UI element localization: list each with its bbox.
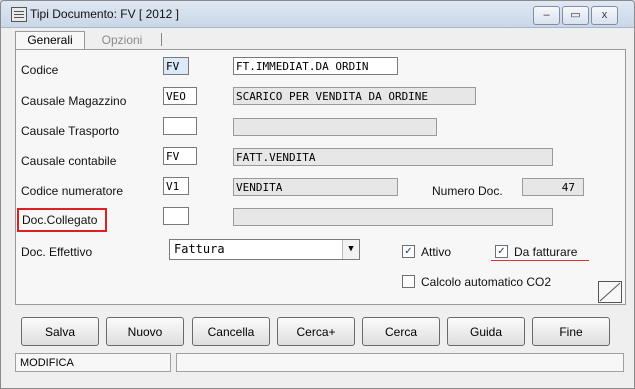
- attivo-label: Attivo: [421, 245, 452, 259]
- dropdown-arrow-icon[interactable]: ▼: [342, 240, 359, 259]
- tab-separator: [161, 33, 162, 46]
- calcolo-co2-label: Calcolo automatico CO2: [421, 275, 552, 289]
- doc-effettivo-value: Fattura: [174, 242, 225, 256]
- calcolo-co2-checkbox[interactable]: [402, 275, 415, 288]
- numero-doc-value: 47: [522, 178, 584, 196]
- causale-contabile-input[interactable]: FV: [163, 147, 197, 165]
- codice-input[interactable]: FV: [163, 57, 189, 75]
- title-bar: Tipi Documento: FV [ 2012 ] – ▭ x: [1, 1, 634, 28]
- da-fatturare-label: Da fatturare: [514, 245, 578, 259]
- doc-collegato-label: Doc.Collegato: [22, 213, 98, 227]
- attivo-checkbox[interactable]: ✓: [402, 245, 415, 258]
- doc-collegato-description: [233, 208, 553, 226]
- fine-button[interactable]: Fine: [532, 317, 610, 346]
- status-message: [176, 353, 624, 372]
- nuovo-button[interactable]: Nuovo: [106, 317, 184, 346]
- codice-description-input[interactable]: FT.IMMEDIAT.DA ORDIN: [233, 57, 398, 75]
- minimize-icon: –: [543, 9, 550, 21]
- causale-trasporto-description: [233, 118, 437, 136]
- button-bar: Salva Nuovo Cancella Cerca+ Cerca Guida …: [15, 315, 624, 351]
- codice-numeratore-input[interactable]: V1: [163, 177, 189, 195]
- tab-generali[interactable]: Generali: [15, 31, 85, 49]
- da-fatturare-underline: [491, 260, 589, 261]
- codice-numeratore-description: VENDITA: [233, 178, 398, 196]
- status-mode: MODIFICA: [15, 353, 171, 372]
- causale-magazzino-description: SCARICO PER VENDITA DA ORDINE: [233, 87, 476, 105]
- causale-contabile-label: Causale contabile: [21, 154, 117, 168]
- causale-contabile-description: FATT.VENDITA: [233, 148, 553, 166]
- close-icon: x: [601, 9, 608, 21]
- codice-numeratore-label: Codice numeratore: [21, 184, 124, 198]
- guida-button[interactable]: Guida: [447, 317, 525, 346]
- minimize-button[interactable]: –: [533, 6, 560, 25]
- doc-effettivo-select[interactable]: Fattura ▼: [169, 239, 360, 260]
- causale-magazzino-label: Causale Magazzino: [21, 94, 127, 108]
- tab-opzioni[interactable]: Opzioni: [87, 32, 157, 48]
- da-fatturare-checkbox[interactable]: ✓: [495, 245, 508, 258]
- cerca-plus-button[interactable]: Cerca+: [277, 317, 355, 346]
- numero-doc-label: Numero Doc.: [432, 184, 503, 198]
- restore-icon: ▭: [570, 9, 581, 21]
- causale-trasporto-label: Causale Trasporto: [21, 124, 120, 138]
- doc-effettivo-label: Doc. Effettivo: [21, 245, 93, 259]
- resize-corner-icon: [598, 281, 622, 303]
- salva-button[interactable]: Salva: [21, 317, 99, 346]
- close-button[interactable]: x: [591, 6, 618, 25]
- causale-trasporto-input[interactable]: [163, 117, 197, 135]
- cancella-button[interactable]: Cancella: [192, 317, 270, 346]
- codice-label: Codice: [21, 63, 59, 77]
- restore-button[interactable]: ▭: [562, 6, 589, 25]
- doc-collegato-input[interactable]: [163, 207, 189, 225]
- window: Tipi Documento: FV [ 2012 ] – ▭ x Genera…: [0, 0, 635, 389]
- window-title: Tipi Documento: FV [ 2012 ]: [30, 7, 179, 21]
- causale-magazzino-input[interactable]: VEO: [163, 87, 197, 105]
- app-icon: [11, 7, 27, 22]
- cerca-button[interactable]: Cerca: [362, 317, 440, 346]
